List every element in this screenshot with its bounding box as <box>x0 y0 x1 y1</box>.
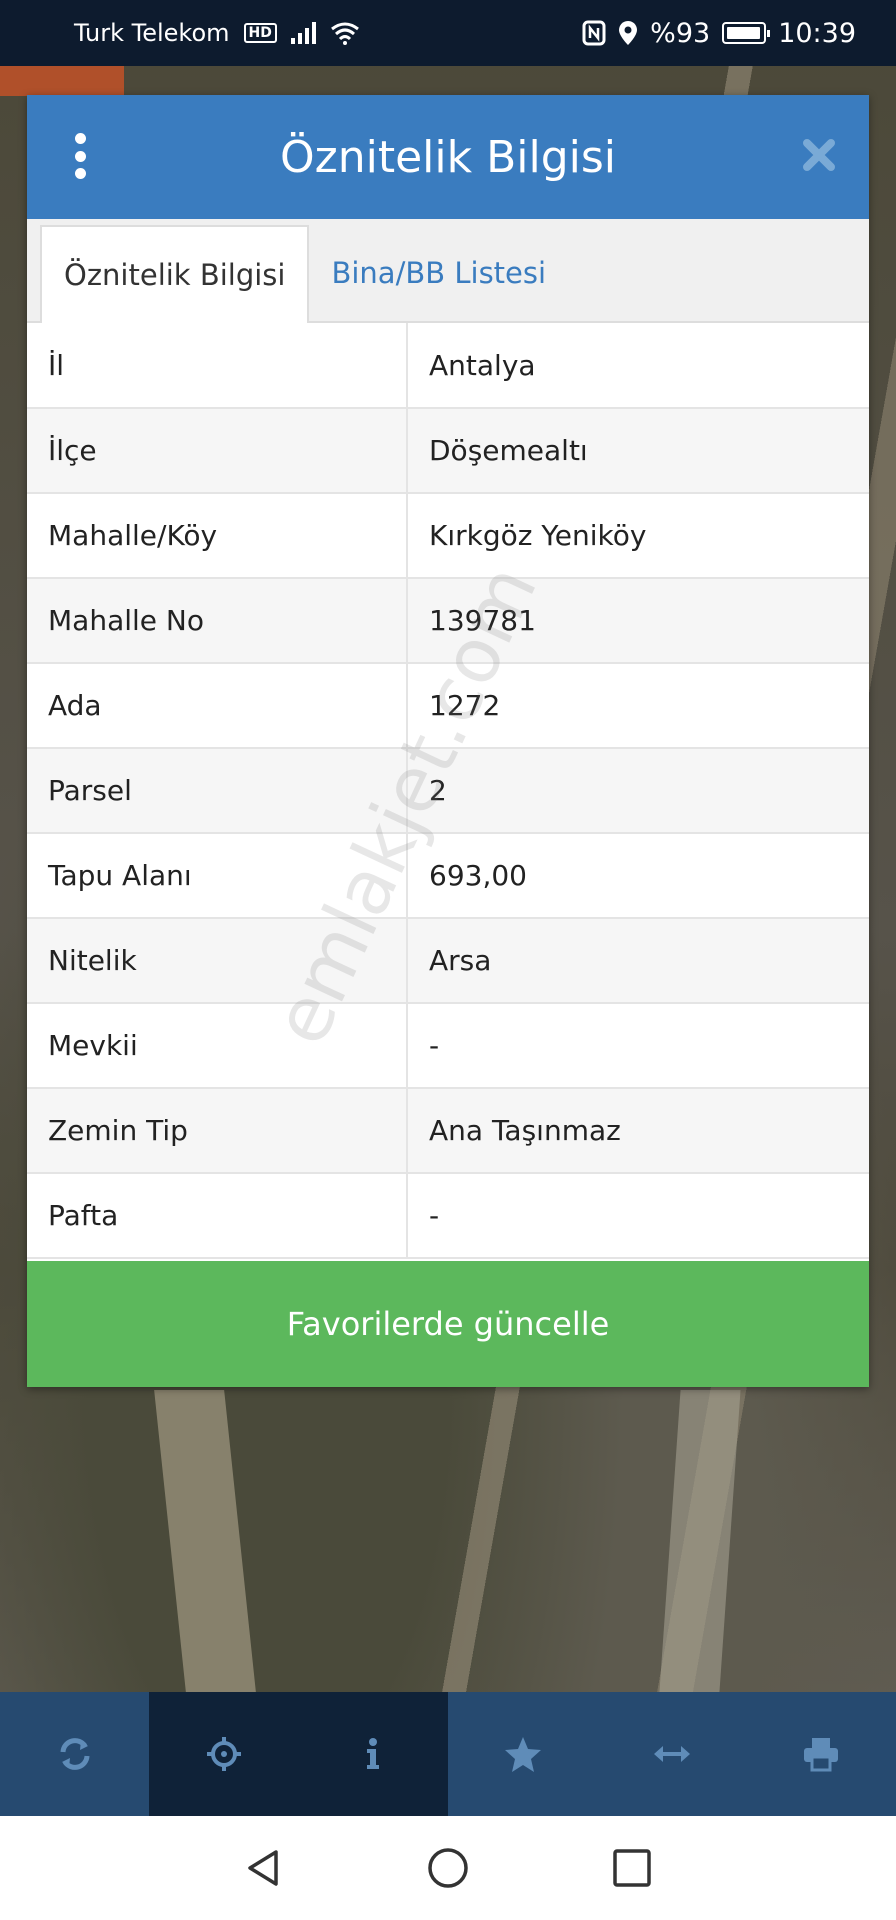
refresh-icon <box>60 1738 90 1770</box>
system-nav-bar <box>0 1816 896 1920</box>
status-bar: Turk Telekom HD %93 10:39 <box>0 0 896 66</box>
close-icon[interactable] <box>799 135 839 175</box>
tab-attribute-info[interactable]: Öznitelik Bilgisi <box>40 225 310 323</box>
tab-bar: Öznitelik Bilgisi Bina/BB Listesi <box>27 219 869 323</box>
row-value: 139781 <box>407 578 869 664</box>
attribute-dialog: Öznitelik Bilgisi Öznitelik Bilgisi Bina… <box>27 95 869 1387</box>
measure-button[interactable] <box>597 1692 746 1816</box>
refresh-button[interactable] <box>0 1692 149 1816</box>
map-feature <box>0 66 124 96</box>
table-row: Pafta - <box>27 1173 869 1259</box>
row-key: Tapu Alanı <box>27 833 408 919</box>
measure-icon <box>653 1746 690 1762</box>
row-key: İl <box>27 323 408 409</box>
info-icon <box>367 1738 380 1769</box>
row-value: - <box>407 1003 869 1089</box>
locate-button[interactable] <box>149 1692 299 1816</box>
row-value: Kırkgöz Yeniköy <box>407 493 869 579</box>
row-key: Parsel <box>27 748 408 834</box>
favorites-button[interactable] <box>448 1692 597 1816</box>
row-key: Pafta <box>27 1173 408 1259</box>
table-row: Mahalle/Köy Kırkgöz Yeniköy <box>27 493 869 579</box>
row-key: Mahalle No <box>27 578 408 664</box>
tab-building-list[interactable]: Bina/BB Listesi <box>309 225 568 321</box>
row-value: 1272 <box>407 663 869 749</box>
signal-icon <box>290 22 316 44</box>
dialog-title: Öznitelik Bilgisi <box>279 131 616 183</box>
table-row: Ada 1272 <box>27 663 869 749</box>
row-value: - <box>407 1173 869 1259</box>
row-value: 693,00 <box>407 833 869 919</box>
carrier-name: Turk Telekom <box>74 19 230 47</box>
home-icon[interactable] <box>426 1846 470 1890</box>
back-icon[interactable] <box>242 1846 286 1890</box>
recents-icon[interactable] <box>610 1846 654 1890</box>
table-row: Tapu Alanı 693,00 <box>27 833 869 919</box>
star-icon <box>504 1737 541 1772</box>
table-row: Mahalle No 139781 <box>27 578 869 664</box>
row-key: Mahalle/Köy <box>27 493 408 579</box>
table-row: İlçe Döşemealtı <box>27 408 869 494</box>
crosshair-icon <box>206 1737 241 1771</box>
row-key: Zemin Tip <box>27 1088 408 1174</box>
wifi-icon <box>330 22 359 45</box>
print-icon <box>804 1738 839 1772</box>
table-row: Parsel 2 <box>27 748 869 834</box>
info-button[interactable] <box>298 1692 448 1816</box>
row-key: İlçe <box>27 408 408 494</box>
table-row: Nitelik Arsa <box>27 918 869 1004</box>
clock: 10:39 <box>778 17 856 49</box>
battery-icon <box>722 22 771 44</box>
row-value: Arsa <box>407 918 869 1004</box>
row-key: Nitelik <box>27 918 408 1004</box>
update-favorites-button[interactable]: Favorilerde güncelle <box>27 1261 869 1387</box>
hd-indicator: HD <box>243 23 277 43</box>
battery-percent: %93 <box>650 17 711 49</box>
dialog-header: Öznitelik Bilgisi <box>27 95 869 219</box>
row-value: Döşemealtı <box>407 408 869 494</box>
map-toolbar <box>0 1692 896 1816</box>
location-icon <box>619 21 638 45</box>
table-row: Zemin Tip Ana Taşınmaz <box>27 1088 869 1174</box>
attribute-table: İl Antalya İlçe Döşemealtı Mahalle/Köy Kırk… <box>27 323 869 1259</box>
row-key: Ada <box>27 663 408 749</box>
row-value: 2 <box>407 748 869 834</box>
nfc-icon <box>582 20 606 46</box>
more-vertical-icon[interactable] <box>73 133 87 179</box>
table-row: İl Antalya <box>27 323 869 409</box>
table-row: Mevkii - <box>27 1003 869 1089</box>
row-value: Antalya <box>407 323 869 409</box>
row-value: Ana Taşınmaz <box>407 1088 869 1174</box>
row-key: Mevkii <box>27 1003 408 1089</box>
print-button[interactable] <box>747 1692 896 1816</box>
